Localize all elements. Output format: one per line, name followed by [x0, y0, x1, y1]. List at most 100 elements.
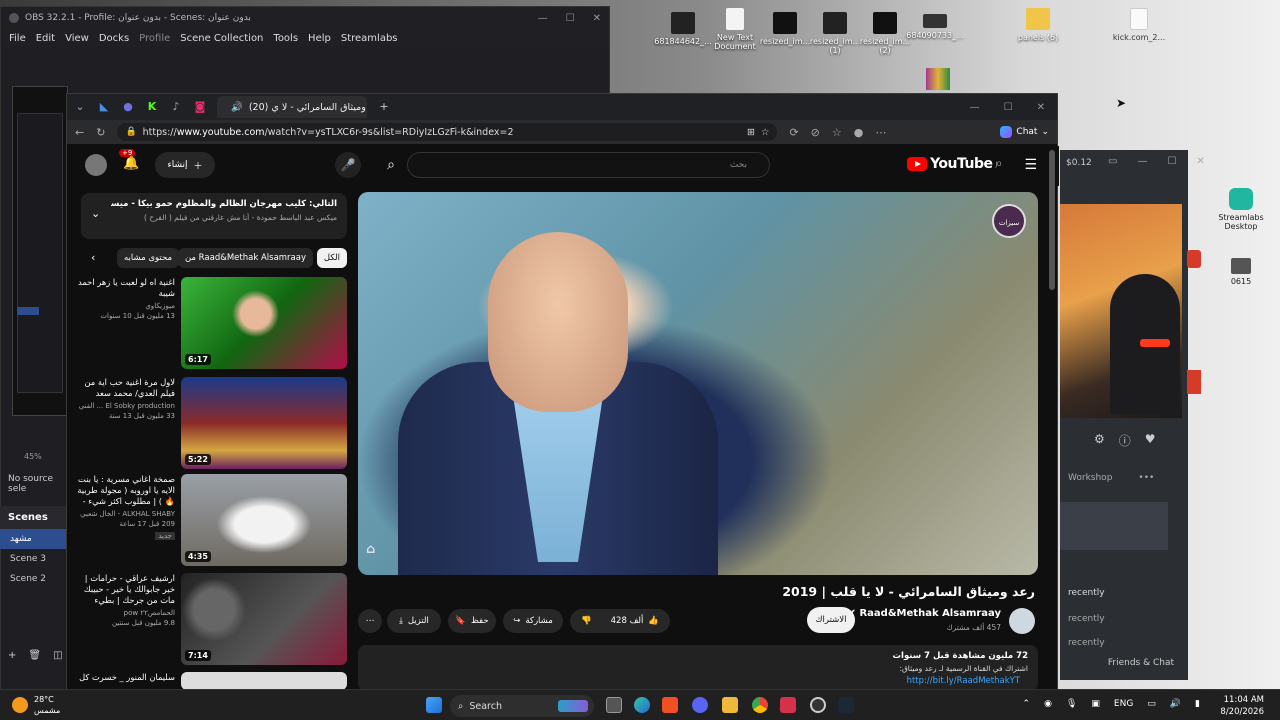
maximize-icon[interactable]: ☐	[1167, 156, 1176, 167]
hamburger-menu-icon[interactable]: ☰	[1024, 157, 1037, 173]
scene-item-2[interactable]: Scene 3	[0, 549, 68, 569]
reader-icon[interactable]: ⊞	[747, 127, 755, 138]
tab-actions-icon[interactable]: ⌄	[73, 100, 87, 114]
maximize-icon[interactable]: ☐	[1004, 102, 1013, 113]
menu-tools[interactable]: Tools	[273, 33, 298, 44]
winrar-icon[interactable]	[926, 68, 950, 90]
refresh-icon[interactable]: ↻	[96, 126, 105, 139]
chip-all[interactable]: الكل	[316, 248, 347, 268]
steam-icon[interactable]	[838, 697, 854, 713]
add-scene-icon[interactable]: +	[8, 650, 16, 661]
clock[interactable]: 11:04 AM 8/20/2026	[1220, 694, 1264, 718]
extensions-icon[interactable]: ⟳	[789, 126, 798, 139]
more-actions-icon[interactable]: ⋯	[358, 609, 382, 633]
speaker-icon[interactable]: 🔊	[231, 102, 243, 113]
brave-icon[interactable]	[1187, 250, 1201, 268]
chip-from-channel[interactable]: من Raad&Methak Alsamraay	[177, 248, 313, 268]
back-icon[interactable]: ←	[75, 126, 84, 139]
video-description[interactable]: 72 مليون مشاهدة قبل 7 سنوات اشتراك في ال…	[358, 645, 1038, 691]
account-avatar[interactable]	[85, 154, 107, 176]
mic-icon[interactable]: 🎙	[1066, 699, 1077, 709]
weather-widget[interactable]: 28°C مشمس	[12, 694, 60, 716]
tab-youtube-active[interactable]: 🔊 (20) رعد وميثاق السامرائي - لا ي ✕	[217, 96, 367, 118]
sl-friends-chat[interactable]: Friends & Chat	[1060, 658, 1182, 668]
brave-icon[interactable]	[662, 697, 678, 713]
menu-view[interactable]: View	[65, 33, 89, 44]
tray-app-icon[interactable]: ▣	[1091, 699, 1100, 709]
save-button[interactable]: 🔖 حفظ	[448, 609, 496, 633]
menu-file[interactable]: File	[9, 33, 26, 44]
profile-icon[interactable]: ●	[854, 126, 864, 139]
language-indicator[interactable]: ENG	[1114, 699, 1133, 709]
discord-icon[interactable]	[692, 697, 708, 713]
chevron-up-icon[interactable]: ⌃	[1023, 699, 1031, 709]
obs-icon[interactable]	[810, 697, 826, 713]
list-item[interactable]: 7:14 ارشيف عراقي - حرامات | خير جابوالك …	[77, 573, 347, 665]
desktop-icon-kick[interactable]: kick.com_2...	[1110, 8, 1168, 42]
sl-screen-icon[interactable]: ▭	[1108, 156, 1117, 167]
desktop-icon-streamlabs[interactable]: Streamlabs Desktop	[1212, 188, 1270, 231]
menu-profile[interactable]: Profile	[139, 33, 170, 44]
menu-streamlabs[interactable]: Streamlabs	[341, 33, 398, 44]
settings-icon[interactable]: ⚙	[1094, 432, 1105, 449]
channel-name[interactable]: Raad&Methak Alsamraay	[859, 608, 1001, 619]
youtube-logo[interactable]: YouTube JO	[907, 156, 1001, 172]
filter-scene-icon[interactable]: ◫	[53, 650, 62, 661]
voice-search-icon[interactable]: 🎤	[335, 152, 361, 178]
close-icon[interactable]: ✕	[1196, 156, 1204, 167]
scene-item-1[interactable]: مشهد	[0, 529, 68, 549]
chevron-down-icon[interactable]: ⌄	[91, 207, 100, 220]
url-field[interactable]: 🔒 https://www.youtube.com/watch?v=ysTLXC…	[117, 123, 778, 141]
desktop-icon-file1[interactable]: 681844642_...	[654, 12, 712, 46]
tab-favicon-1[interactable]: ◣	[97, 100, 111, 114]
list-item[interactable]: 5:22 لاول مرة اغنية حب اية من فيلم العدي…	[77, 377, 347, 469]
network-icon[interactable]: ▭	[1147, 699, 1156, 709]
desktop-icon-0615[interactable]: 0615	[1212, 258, 1270, 286]
close-icon[interactable]: ✕	[593, 13, 601, 24]
minimize-icon[interactable]: —	[538, 13, 548, 24]
discord-tray-icon[interactable]: ◉	[1044, 699, 1052, 709]
menu-scene-collection[interactable]: Scene Collection	[180, 33, 263, 44]
chrome-icon[interactable]	[752, 697, 768, 713]
description-link[interactable]: http://bit.ly/RaadMethakYT	[368, 676, 1028, 686]
mute-icon[interactable]: ♪	[169, 100, 183, 114]
maximize-icon[interactable]: ☐	[566, 13, 575, 24]
subscribe-button[interactable]: الاشتراك	[807, 607, 855, 633]
page-scrollbar[interactable]	[1049, 150, 1055, 290]
sl-workshop-row[interactable]: Workshop •••	[1060, 473, 1182, 483]
taskbar-search[interactable]: ⌕ Search	[450, 695, 594, 717]
tab-favicon-2[interactable]: ●	[121, 100, 135, 114]
channel-avatar[interactable]	[1009, 608, 1035, 634]
playlist-next-box[interactable]: التالي: كليب مهرجان الظالم والمظلوم حمو …	[81, 193, 347, 239]
split-icon[interactable]: ⊘	[811, 126, 820, 139]
download-button[interactable]: ⤓ التزيل	[387, 609, 441, 633]
app-icon[interactable]	[1187, 370, 1201, 394]
heart-icon[interactable]: ♥	[1145, 432, 1156, 449]
scene-item-3[interactable]: Scene 2	[0, 569, 68, 589]
minimize-icon[interactable]: —	[970, 102, 980, 113]
list-item[interactable]: 4:35 صمخة اغاني مسرية : يا بنت الايه يا …	[77, 474, 347, 566]
edge-icon[interactable]	[634, 697, 650, 713]
battery-icon[interactable]: ▮	[1195, 699, 1200, 709]
minimize-icon[interactable]: —	[1137, 156, 1147, 167]
like-icon[interactable]: 👍	[648, 616, 659, 626]
volume-icon[interactable]: 🔊	[1170, 699, 1181, 709]
list-item[interactable]: سليمان المنور _ خسرت كل	[77, 672, 347, 690]
menu-edit[interactable]: Edit	[36, 33, 55, 44]
windows-start-icon[interactable]	[426, 697, 442, 713]
share-button[interactable]: ↪ مشاركة	[503, 609, 563, 633]
video-player[interactable]: سيزات ⌂	[358, 192, 1038, 575]
favorite-star-icon[interactable]: ☆	[761, 127, 770, 138]
list-item[interactable]: 6:17 اغنية اه لو لعبت يا زهر احمد شيبة م…	[77, 277, 347, 369]
notifications-bell-icon[interactable]: 🔔	[123, 156, 139, 171]
desktop-icon-panels[interactable]: panels (6)	[1009, 8, 1067, 42]
delete-scene-icon[interactable]: 🗑	[28, 650, 41, 661]
create-button[interactable]: إنشاء ＋	[155, 152, 215, 178]
favorites-icon[interactable]: ☆	[832, 126, 842, 139]
task-view-icon[interactable]	[606, 697, 622, 713]
file-explorer-icon[interactable]	[722, 697, 738, 713]
desktop-icon-file6[interactable]: 684090733_...	[906, 14, 964, 40]
search-input[interactable]: بحث	[407, 152, 770, 178]
kick-icon[interactable]: K	[145, 100, 159, 114]
obs-preview[interactable]	[12, 86, 68, 416]
